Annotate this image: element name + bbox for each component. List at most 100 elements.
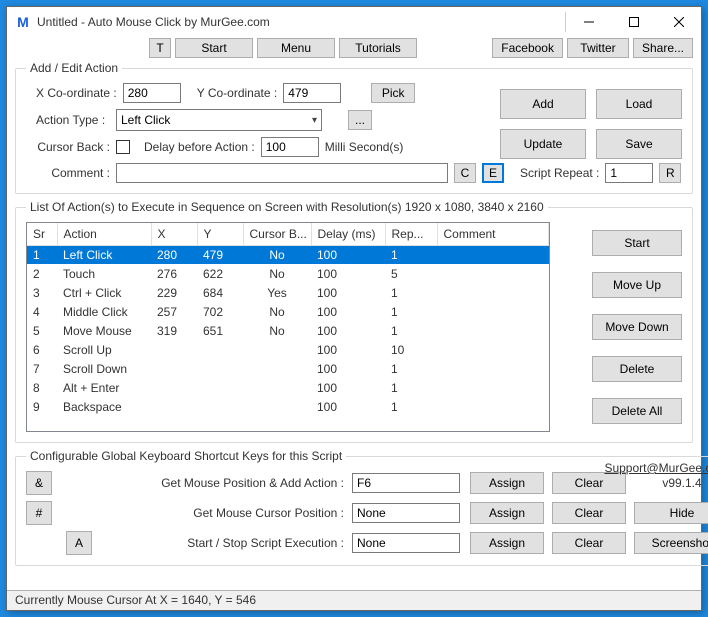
col-cursor[interactable]: Cursor B... [243, 223, 311, 245]
add-right-buttons: Add Load Update Save [500, 89, 682, 159]
pick-button[interactable]: Pick [371, 83, 415, 103]
table-row[interactable]: 5Move Mouse319651No1001 [27, 321, 549, 340]
cursor-back-checkbox[interactable] [116, 140, 130, 154]
table-row[interactable]: 6Scroll Up10010 [27, 340, 549, 359]
action-list-legend: List Of Action(s) to Execute in Sequence… [26, 200, 548, 214]
c-button[interactable]: C [454, 163, 476, 183]
cell-y: 479 [197, 245, 243, 264]
start-script-button[interactable]: Start [592, 230, 682, 256]
table-row[interactable]: 1Left Click280479No1001 [27, 245, 549, 264]
cell-action: Scroll Down [57, 359, 151, 378]
cell-sr: 2 [27, 264, 57, 283]
window-title: Untitled - Auto Mouse Click by MurGee.co… [37, 15, 555, 29]
cell-y: 651 [197, 321, 243, 340]
toolbar-t-button[interactable]: T [149, 38, 171, 58]
table-row[interactable]: 7Scroll Down1001 [27, 359, 549, 378]
load-button[interactable]: Load [596, 89, 682, 119]
close-button[interactable] [656, 7, 701, 37]
col-repeat[interactable]: Rep... [385, 223, 437, 245]
script-repeat-input[interactable] [605, 163, 653, 183]
delete-all-button[interactable]: Delete All [592, 398, 682, 424]
col-x[interactable]: X [151, 223, 197, 245]
update-button[interactable]: Update [500, 129, 586, 159]
cell-cursor [243, 378, 311, 397]
cell-comment [437, 378, 549, 397]
y-coord-input[interactable] [283, 83, 341, 103]
toolbar-start-button[interactable]: Start [175, 38, 253, 58]
shortcuts-legend: Configurable Global Keyboard Shortcut Ke… [26, 449, 346, 463]
ellipsis-button[interactable]: ... [348, 110, 372, 130]
delete-button[interactable]: Delete [592, 356, 682, 382]
cell-cursor [243, 359, 311, 378]
shortcut-value-input[interactable] [352, 533, 460, 553]
delay-input[interactable] [261, 137, 319, 157]
table-row[interactable]: 8Alt + Enter1001 [27, 378, 549, 397]
col-action[interactable]: Action [57, 223, 151, 245]
cell-sr: 9 [27, 397, 57, 416]
cell-cursor [243, 397, 311, 416]
save-button[interactable]: Save [596, 129, 682, 159]
status-bar: Currently Mouse Cursor At X = 1640, Y = … [7, 590, 701, 610]
cell-delay: 100 [311, 359, 385, 378]
clear-button[interactable]: Clear [552, 472, 626, 494]
delay-suffix: Milli Second(s) [325, 140, 404, 154]
delay-label: Delay before Action : [144, 140, 255, 154]
cell-x [151, 397, 197, 416]
minimize-button[interactable] [566, 7, 611, 37]
clear-button[interactable]: Clear [552, 502, 626, 524]
assign-button[interactable]: Assign [470, 502, 544, 524]
cell-comment [437, 321, 549, 340]
table-row[interactable]: 3Ctrl + Click229684Yes1001 [27, 283, 549, 302]
cell-repeat: 1 [385, 397, 437, 416]
table-header-row: Sr Action X Y Cursor B... Delay (ms) Rep… [27, 223, 549, 245]
y-coord-label: Y Co-ordinate : [197, 86, 278, 100]
cell-y [197, 359, 243, 378]
comment-input[interactable] [116, 163, 448, 183]
table-row[interactable]: 9Backspace1001 [27, 397, 549, 416]
assign-button[interactable]: Assign [470, 532, 544, 554]
screenshot-button[interactable]: Screenshot [634, 532, 708, 554]
x-coord-input[interactable] [123, 83, 181, 103]
cell-action: Left Click [57, 245, 151, 264]
cell-x: 280 [151, 245, 197, 264]
toolbar-menu-button[interactable]: Menu [257, 38, 335, 58]
toolbar-twitter-button[interactable]: Twitter [567, 38, 629, 58]
toolbar-facebook-button[interactable]: Facebook [492, 38, 563, 58]
action-type-select[interactable]: Left Click ▾ [116, 109, 322, 131]
assign-button[interactable]: Assign [470, 472, 544, 494]
cell-action: Alt + Enter [57, 378, 151, 397]
cell-comment [437, 264, 549, 283]
shortcut-value-input[interactable] [352, 473, 460, 493]
move-down-button[interactable]: Move Down [592, 314, 682, 340]
action-table[interactable]: Sr Action X Y Cursor B... Delay (ms) Rep… [27, 223, 549, 416]
support-link[interactable]: Support@MurGee.com [604, 461, 708, 475]
toolbar-tutorials-button[interactable]: Tutorials [339, 38, 417, 58]
shortcut-icon-button-0[interactable]: & [26, 471, 52, 495]
table-row[interactable]: 2Touch276622No1005 [27, 264, 549, 283]
col-sr[interactable]: Sr [27, 223, 57, 245]
cell-delay: 100 [311, 378, 385, 397]
action-table-container: Sr Action X Y Cursor B... Delay (ms) Rep… [26, 222, 550, 432]
toolbar-share-button[interactable]: Share... [633, 38, 693, 58]
cell-action: Move Mouse [57, 321, 151, 340]
cell-sr: 7 [27, 359, 57, 378]
e-button[interactable]: E [482, 163, 504, 183]
r-button[interactable]: R [659, 163, 681, 183]
table-row[interactable]: 4Middle Click257702No1001 [27, 302, 549, 321]
cell-x [151, 340, 197, 359]
hide-button[interactable]: Hide [634, 502, 708, 524]
col-comment[interactable]: Comment [437, 223, 549, 245]
add-button[interactable]: Add [500, 89, 586, 119]
clear-button[interactable]: Clear [552, 532, 626, 554]
cell-action: Scroll Up [57, 340, 151, 359]
col-y[interactable]: Y [197, 223, 243, 245]
cell-delay: 100 [311, 264, 385, 283]
version-label: v99.1.4 [634, 476, 708, 490]
col-delay[interactable]: Delay (ms) [311, 223, 385, 245]
cell-action: Touch [57, 264, 151, 283]
move-up-button[interactable]: Move Up [592, 272, 682, 298]
shortcut-icon-button-1[interactable]: # [26, 501, 52, 525]
cell-y: 622 [197, 264, 243, 283]
maximize-button[interactable] [611, 7, 656, 37]
shortcut-value-input[interactable] [352, 503, 460, 523]
